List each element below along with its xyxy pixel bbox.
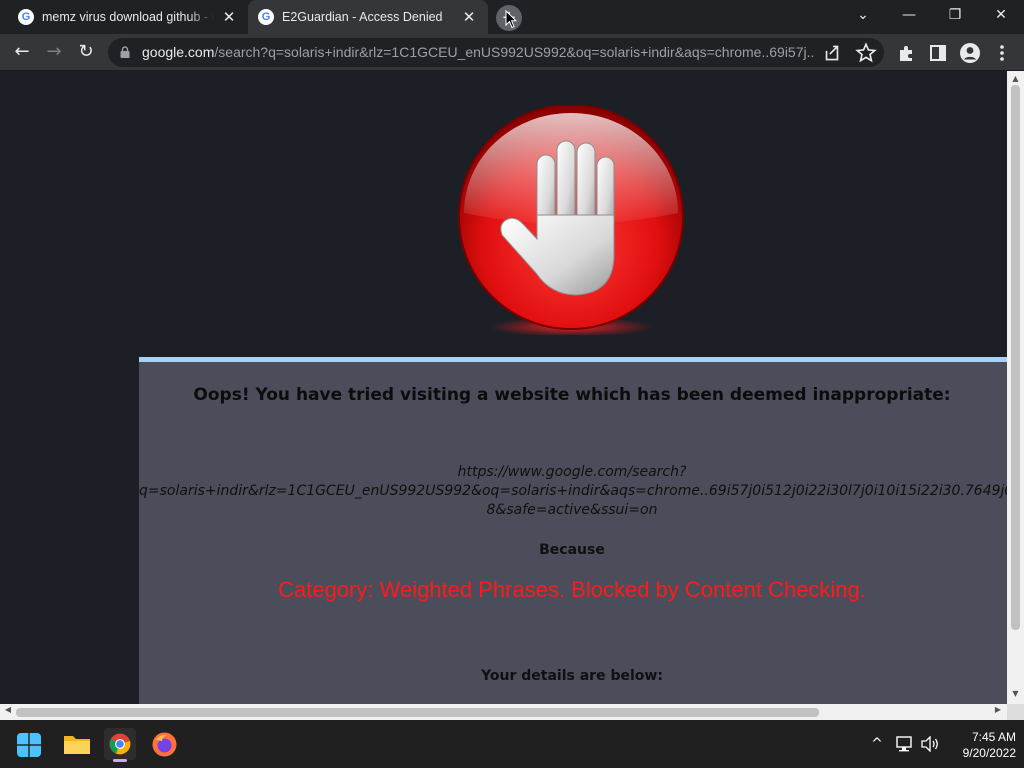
extensions-icon[interactable] xyxy=(896,43,916,63)
share-icon[interactable] xyxy=(820,41,844,65)
google-favicon-icon xyxy=(258,9,274,25)
browser-toolbar: ← → ↻ google.com/search?q=solaris+indir&… xyxy=(0,34,1024,71)
menu-icon[interactable] xyxy=(994,43,1010,63)
chrome-icon xyxy=(109,733,131,755)
address-bar[interactable]: google.com/search?q=solaris+indir&rlz=1C… xyxy=(108,38,884,67)
network-icon[interactable] xyxy=(896,736,914,752)
minimize-button[interactable]: — xyxy=(886,0,932,34)
lock-icon[interactable] xyxy=(120,46,130,58)
star-icon[interactable] xyxy=(854,41,878,65)
because-label: Because xyxy=(539,542,605,558)
tab-title: memz virus download github - G xyxy=(42,10,214,24)
tab-memz-search[interactable]: memz virus download github - G ✕ xyxy=(8,0,248,34)
windows-taskbar: ^ 7:45 AM 9/20/2022 xyxy=(0,720,1024,768)
scroll-up-icon[interactable]: ▲ xyxy=(1007,74,1024,83)
page-headline: Oops! You have tried visiting a website … xyxy=(193,385,951,405)
tray-chevron-icon[interactable]: ^ xyxy=(866,720,888,768)
tab-search-button[interactable]: ⌄ xyxy=(840,0,886,34)
scroll-left-icon[interactable]: ◀ xyxy=(1,705,15,714)
blocked-url-line: q=solaris+indir&rlz=1C1GCEU_enUS992US992… xyxy=(139,483,1007,499)
page-viewport: Oops! You have tried visiting a website … xyxy=(0,71,1007,704)
chrome-taskbar-button[interactable] xyxy=(104,728,136,762)
forward-button[interactable]: → xyxy=(40,38,68,66)
scroll-down-icon[interactable]: ▼ xyxy=(1007,689,1024,698)
horizontal-scroll-thumb[interactable] xyxy=(16,708,819,717)
horizontal-scrollbar[interactable]: ◀ ▶ xyxy=(0,704,1007,720)
blocked-url: https://www.google.com/search? q=solaris… xyxy=(139,463,1007,520)
scrollbar-corner xyxy=(1007,704,1024,720)
google-favicon-icon xyxy=(18,9,34,25)
url-text[interactable]: google.com/search?q=solaris+indir&rlz=1C… xyxy=(142,44,814,60)
close-window-button[interactable]: ✕ xyxy=(978,0,1024,34)
active-indicator xyxy=(113,759,127,762)
system-clock[interactable]: 7:45 AM 9/20/2022 xyxy=(940,729,1016,761)
tab-access-denied[interactable]: E2Guardian - Access Denied ✕ xyxy=(248,0,488,34)
blocked-url-line: https://www.google.com/search? xyxy=(457,464,687,480)
file-explorer-icon[interactable] xyxy=(63,732,91,756)
stop-hand-icon xyxy=(458,105,684,335)
vertical-scrollbar[interactable]: ▲ ▼ xyxy=(1007,71,1024,704)
mouse-cursor-icon xyxy=(505,10,517,29)
tab-close-icon[interactable]: ✕ xyxy=(220,8,238,26)
url-path: /search?q=solaris+indir&rlz=1C1GCEU_enUS… xyxy=(214,44,814,60)
blocked-url-line: 8&safe=active&ssui=on xyxy=(486,502,658,518)
clock-time: 7:45 AM xyxy=(971,730,1016,744)
access-denied-panel: Oops! You have tried visiting a website … xyxy=(139,357,1007,704)
block-category: Category: Weighted Phrases. Blocked by C… xyxy=(278,577,866,602)
side-panel-icon[interactable] xyxy=(928,43,948,63)
scroll-right-icon[interactable]: ▶ xyxy=(991,705,1005,714)
firefox-icon[interactable] xyxy=(152,732,177,757)
tab-title: E2Guardian - Access Denied xyxy=(282,10,443,24)
clock-date: 9/20/2022 xyxy=(962,746,1016,760)
tab-strip: memz virus download github - G ✕ E2Guard… xyxy=(0,0,1024,34)
profile-icon[interactable] xyxy=(959,42,981,64)
tab-close-icon[interactable]: ✕ xyxy=(460,8,478,26)
windows-start-icon[interactable] xyxy=(17,733,41,757)
volume-icon[interactable] xyxy=(920,736,940,752)
restore-button[interactable]: ❐ xyxy=(932,0,978,34)
url-host: google.com xyxy=(142,44,215,60)
back-button[interactable]: ← xyxy=(8,38,36,66)
reload-button[interactable]: ↻ xyxy=(72,38,100,66)
details-heading: Your details are below: xyxy=(481,668,663,684)
vertical-scroll-thumb[interactable] xyxy=(1011,85,1020,630)
